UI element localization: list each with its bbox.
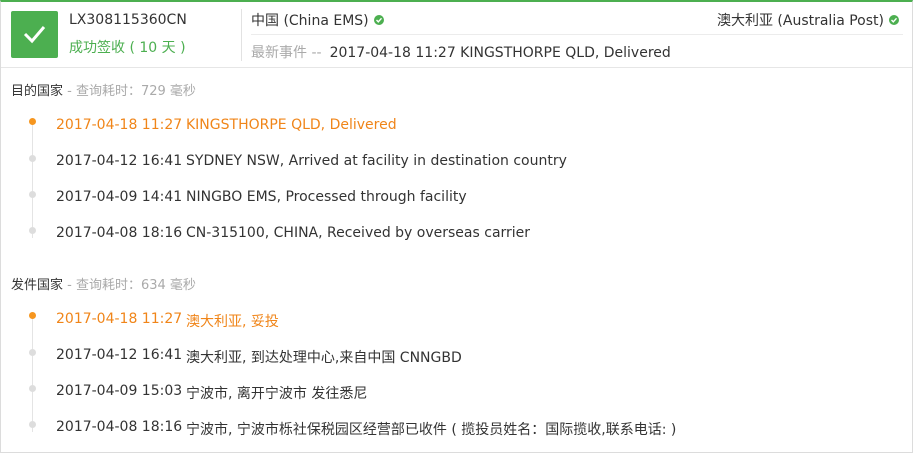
event-time: 2017-04-08 18:16 [56, 225, 183, 241]
timeline-dot-active [29, 312, 36, 319]
event-time: 2017-04-12 16:41 [56, 347, 183, 363]
destination-section-title: 目的国家 - 查询耗时：729 毫秒 [11, 80, 196, 99]
latest-event: 最新事件 -- 2017-04-18 11:27 KINGSTHORPE QLD,… [251, 42, 671, 62]
destination-carrier-label: 澳大利亚 (Australia Post) [716, 13, 884, 29]
check-icon [23, 26, 46, 44]
origin-query-time: - 查询耗时：634 毫秒 [63, 278, 196, 293]
event-time: 2017-04-18 11:27 [56, 311, 183, 327]
timeline-dot [29, 421, 36, 428]
event-description: KINGSTHORPE QLD, Delivered [186, 117, 397, 133]
event-time: 2017-04-09 14:41 [56, 189, 183, 205]
event-time: 2017-04-08 18:16 [56, 419, 183, 435]
timeline-dot [29, 227, 36, 234]
origin-title: 发件国家 [11, 278, 64, 293]
event-description: CN-315100, CHINA, Received by overseas c… [186, 225, 531, 241]
origin-carrier-label: 中国 (China EMS) [251, 13, 369, 29]
event-description: 宁波市, 宁波市栎社保税园区经营部已收件 ( 揽投员姓名：国际揽收,联系电话: … [186, 422, 677, 438]
destination-carrier[interactable]: 澳大利亚 (Australia Post) [717, 10, 899, 30]
timeline-dot [29, 385, 36, 392]
origin-section-title: 发件国家 - 查询耗时：634 毫秒 [11, 274, 196, 293]
destination-timeline-line [32, 122, 33, 238]
event-time: 2017-04-12 16:41 [56, 153, 183, 169]
origin-timeline-line [32, 316, 33, 432]
check-circle-icon [373, 15, 384, 25]
origin-carrier[interactable]: 中国 (China EMS) [251, 10, 384, 30]
destination-query-time: - 查询耗时：729 毫秒 [63, 84, 196, 99]
event-description: NINGBO EMS, Processed through facility [186, 189, 467, 205]
latest-event-value: 2017-04-18 11:27 KINGSTHORPE QLD, Delive… [329, 45, 671, 61]
timeline-dot [29, 155, 36, 162]
event-time: 2017-04-18 11:27 [56, 117, 183, 133]
delivered-status-badge [11, 11, 58, 58]
delivery-status: 成功签收 ( 10 天 ) [69, 40, 186, 56]
header-divider [241, 9, 242, 61]
event-description: 澳大利亚, 妥投 [186, 314, 279, 330]
tracking-number: LX308115360CN [69, 12, 187, 28]
destination-title: 目的国家 [11, 84, 64, 99]
event-description: SYDNEY NSW, Arrived at facility in desti… [186, 153, 567, 169]
event-description: 澳大利亚, 到达处理中心,来自中国 CNNGBD [186, 350, 462, 366]
timeline-dot-active [29, 118, 36, 125]
event-time: 2017-04-09 15:03 [56, 383, 183, 399]
event-description: 宁波市, 离开宁波市 发往悉尼 [186, 386, 368, 402]
header-bottom-border [1, 67, 912, 68]
latest-event-label: 最新事件 -- [251, 45, 322, 61]
check-circle-icon [889, 15, 899, 25]
timeline-dot [29, 349, 36, 356]
timeline-dot [29, 191, 36, 198]
header-separator [251, 34, 903, 35]
